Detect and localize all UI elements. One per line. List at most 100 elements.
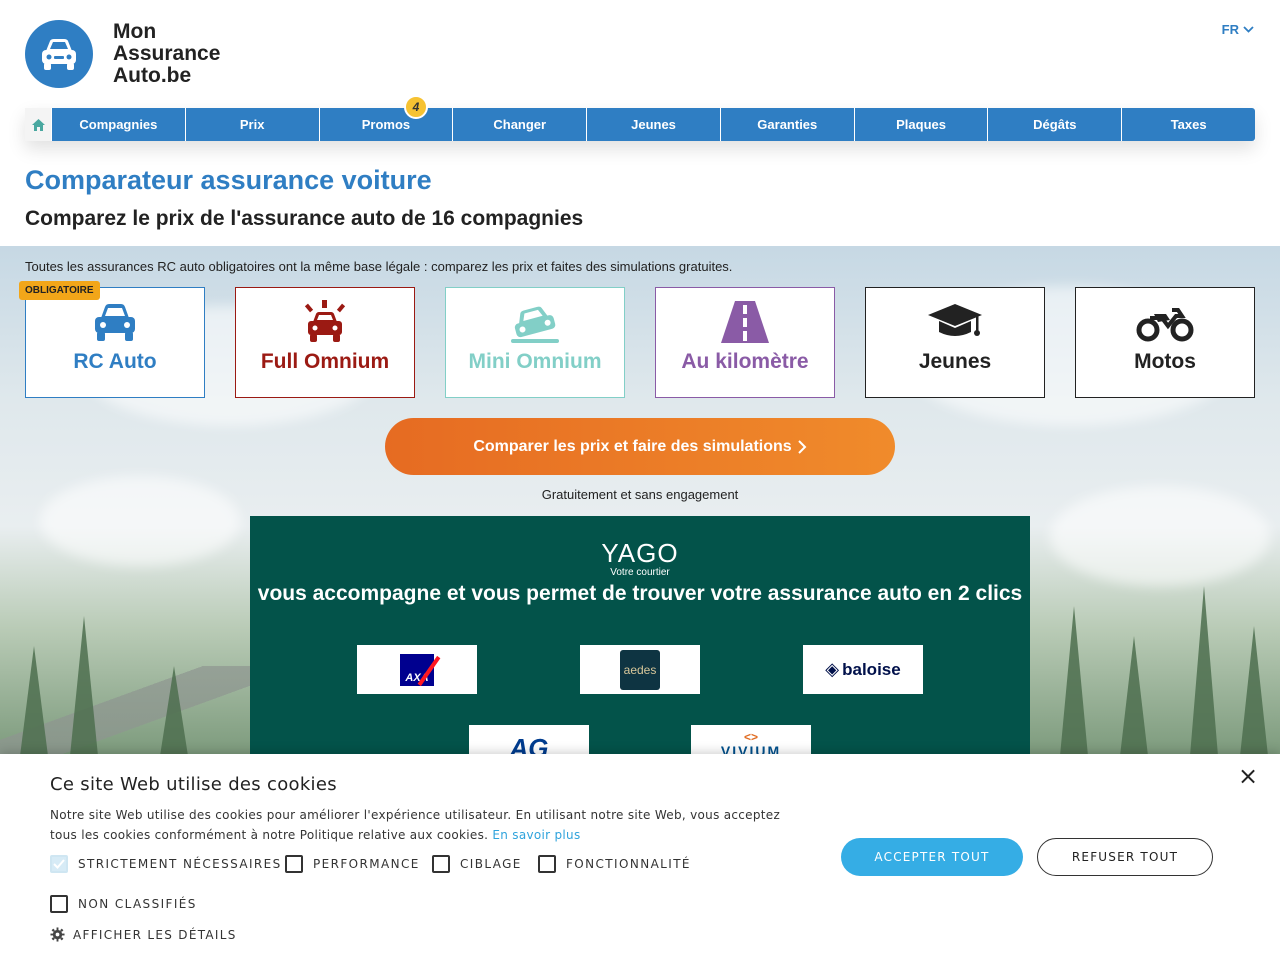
checkbox-checked	[50, 855, 68, 873]
tree-decoration	[1190, 586, 1218, 756]
card-rc-auto[interactable]: OBLIGATOIRE RC Auto	[19, 281, 205, 398]
car-crash-icon	[507, 300, 563, 344]
nav-label: Jeunes	[631, 117, 676, 132]
road-icon	[721, 300, 769, 344]
card-label: Jeunes	[918, 350, 992, 373]
tree-decoration	[1240, 626, 1268, 756]
car-alarm-icon	[303, 300, 347, 344]
mandatory-badge: OBLIGATOIRE	[19, 281, 100, 300]
ag-logo-text: AG	[509, 733, 549, 756]
cookie-option-targeting[interactable]: CIBLAGE	[432, 855, 522, 873]
checkbox	[50, 895, 68, 913]
nav-label: Compagnies	[79, 117, 158, 132]
car-icon	[25, 20, 93, 88]
close-icon[interactable]: ×	[1236, 764, 1260, 788]
language-selector[interactable]: FR	[1222, 22, 1254, 37]
insurer-axa-logo[interactable]: AXA	[357, 645, 477, 694]
insurer-baloise-logo[interactable]: ◈ baloise	[803, 645, 923, 694]
cookie-title: Ce site Web utilise des cookies	[50, 774, 337, 795]
nav-label: Promos	[361, 117, 411, 132]
learn-more-link[interactable]: En savoir plus	[492, 828, 580, 842]
aedes-logo-mark: aedes	[620, 649, 660, 690]
option-label: STRICTEMENT NÉCESSAIRES	[78, 857, 282, 871]
cookie-banner: Ce site Web utilise des cookies × Notre …	[0, 754, 1280, 960]
card-full-omnium[interactable]: Full Omnium	[235, 287, 415, 398]
coverage-cards: OBLIGATOIRE RC Auto Full Omnium Mini Omn…	[19, 281, 1255, 398]
nav-item-garanties[interactable]: Garanties	[719, 108, 854, 141]
insurer-aedes-logo[interactable]: aedes	[580, 645, 700, 694]
checkbox	[432, 855, 450, 873]
aedes-logo-text: aedes	[623, 662, 657, 677]
graduation-cap-icon	[926, 300, 984, 344]
accept-all-button[interactable]: ACCEPTER TOUT	[841, 838, 1023, 876]
nav-label: Garanties	[757, 117, 818, 132]
nav-home[interactable]	[25, 108, 51, 141]
card-mini-omnium[interactable]: Mini Omnium	[445, 287, 625, 398]
refuse-all-button[interactable]: REFUSER TOUT	[1037, 838, 1213, 876]
checkbox	[285, 855, 303, 873]
card-label: Mini Omnium	[468, 350, 602, 373]
nav-item-plaques[interactable]: Plaques	[853, 108, 988, 141]
language-label: FR	[1221, 22, 1239, 37]
card-label: RC Auto	[73, 350, 157, 373]
yago-brand: YAGO	[601, 538, 679, 568]
show-details-toggle[interactable]: AFFICHER LES DÉTAILS	[50, 927, 237, 942]
axa-logo-mark: AXA	[400, 653, 441, 686]
hero-section: Toutes les assurances RC auto obligatoir…	[0, 246, 1280, 756]
cookie-option-functionality[interactable]: FONCTIONNALITÉ	[538, 855, 691, 873]
option-label: CIBLAGE	[460, 857, 522, 871]
nav-item-taxes[interactable]: Taxes	[1121, 108, 1256, 141]
cookie-option-performance[interactable]: PERFORMANCE	[285, 855, 420, 873]
yago-text: vous accompagne et vous permet de trouve…	[257, 582, 1023, 605]
nav-item-jeunes[interactable]: Jeunes	[586, 108, 720, 141]
card-label: Au kilomètre	[681, 350, 809, 373]
check-icon	[53, 859, 65, 869]
car-icon	[92, 300, 138, 344]
nav-label: Prix	[239, 117, 265, 132]
nav-label: Plaques	[896, 117, 946, 132]
tree-decoration	[70, 616, 98, 756]
nav-label: Taxes	[1170, 117, 1207, 132]
tree-decoration	[1060, 606, 1088, 756]
option-label: FONCTIONNALITÉ	[566, 857, 691, 871]
motorcycle-icon	[1136, 300, 1194, 344]
show-details-label: AFFICHER LES DÉTAILS	[73, 927, 237, 942]
tree-decoration	[1120, 636, 1148, 756]
card-motos[interactable]: Motos	[1075, 287, 1255, 398]
tree-decoration	[160, 666, 188, 756]
tree-decoration	[20, 646, 48, 756]
card-label: Motos	[1134, 350, 1196, 373]
compare-button[interactable]: Comparer les prix et faire des simulatio…	[385, 418, 895, 475]
nav-item-changer[interactable]: Changer	[452, 108, 587, 141]
insurer-vivium-logo[interactable]: <> VIVIUM	[691, 725, 811, 756]
page-subtitle: Comparez le prix de l'assurance auto de …	[25, 207, 584, 230]
hero-note: Toutes les assurances RC auto obligatoir…	[25, 259, 733, 274]
home-icon	[31, 118, 45, 131]
card-au-kilometre[interactable]: Au kilomètre	[655, 287, 835, 398]
cookie-description: Notre site Web utilise des cookies pour …	[50, 805, 800, 845]
nav-item-prix[interactable]: Prix	[184, 108, 319, 141]
cookie-description-text: Notre site Web utilise des cookies pour …	[50, 808, 781, 842]
card-jeunes[interactable]: Jeunes	[865, 287, 1045, 398]
card-label: Full Omnium	[260, 350, 390, 373]
promo-count-badge: 4	[403, 95, 428, 119]
nav-label: Dégâts	[1033, 117, 1077, 132]
nav-item-degats[interactable]: Dégâts	[987, 108, 1122, 141]
site-logo[interactable]: Mon Assurance Auto.be	[25, 20, 220, 88]
checkbox	[538, 855, 556, 873]
nav-item-compagnies[interactable]: Compagnies	[51, 108, 185, 141]
yago-logo[interactable]: YAGO Votre courtier	[250, 538, 1030, 578]
chevron-right-icon	[797, 439, 807, 454]
baloise-logo-text: baloise	[842, 659, 901, 679]
gear-icon	[50, 927, 65, 942]
vivium-mark-icon: <>	[743, 730, 758, 744]
cookie-option-unclassified[interactable]: NON CLASSIFIÉS	[50, 895, 197, 913]
insurer-ag-logo[interactable]: AG	[469, 725, 589, 756]
compare-button-label: Comparer les prix et faire des simulatio…	[473, 437, 792, 455]
yago-tagline: Votre courtier	[610, 567, 670, 578]
cookie-option-necessary[interactable]: STRICTEMENT NÉCESSAIRES	[50, 855, 282, 873]
baloise-diamond-icon: ◈	[825, 659, 840, 679]
cta-note: Gratuitement et sans engagement	[541, 487, 739, 502]
nav-item-promos[interactable]: Promos 4	[318, 95, 453, 141]
main-nav: Compagnies Prix Promos 4 Changer Jeunes G…	[25, 95, 1256, 141]
